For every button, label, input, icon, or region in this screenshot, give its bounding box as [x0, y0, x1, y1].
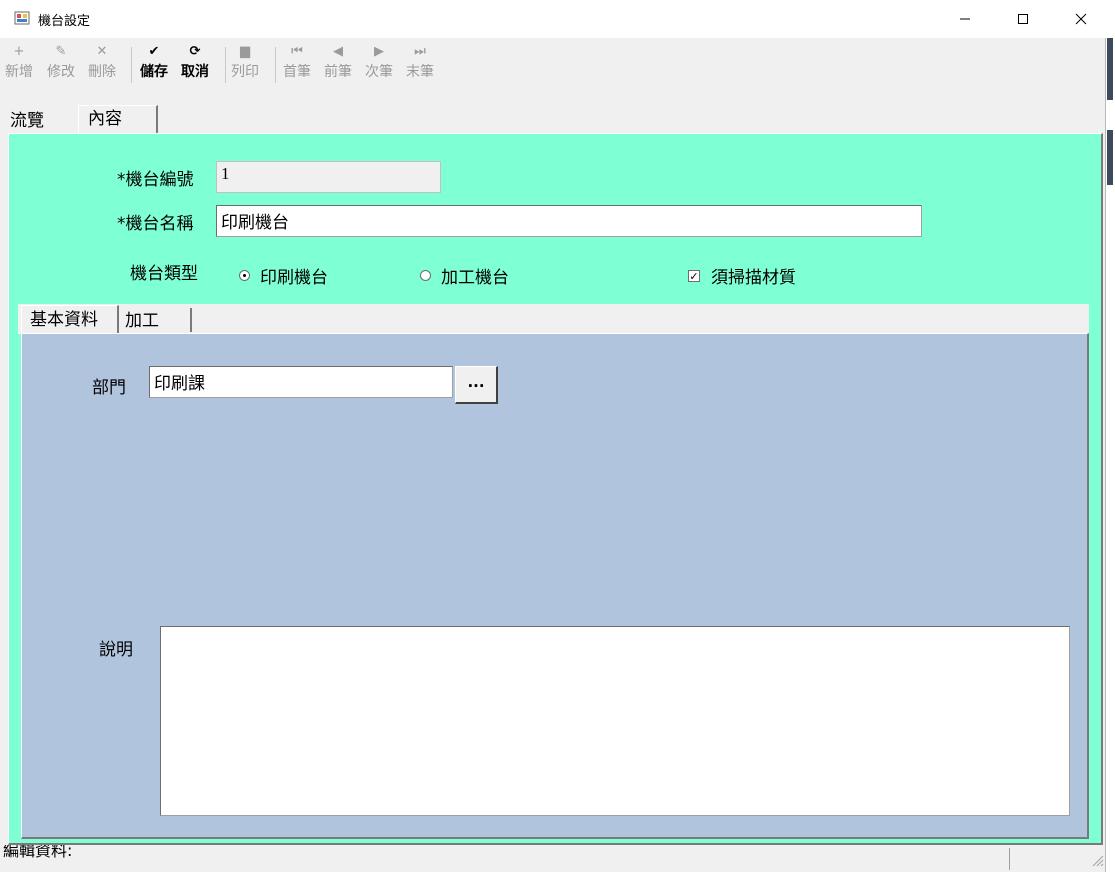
- prev-record-icon: ◀: [333, 44, 343, 59]
- radio-process-label: 加工機台: [441, 268, 509, 288]
- first-record-label: 首筆: [283, 64, 311, 80]
- toolbar: + 新增 ✎ 修改 ✕ 刪除 ✔ 儲存 ⟳ 取消 ▆ 列印 ⏮ 首筆 ◀ 前筆 …: [3, 39, 1103, 89]
- radio-unselected-icon: [420, 270, 431, 281]
- status-text: 編輯資料:: [3, 845, 73, 860]
- status-separator: [1009, 848, 1010, 870]
- delete-icon: ✕: [96, 44, 108, 59]
- description-label: 說明: [99, 640, 133, 660]
- first-record-button[interactable]: ⏮ 首筆: [283, 44, 311, 81]
- machine-name-field[interactable]: 印刷機台: [216, 205, 922, 237]
- app-icon: [14, 10, 30, 26]
- background-edge-right: [1106, 0, 1115, 872]
- checkbox-checked-icon: ✓: [688, 269, 700, 283]
- window-title: 機台設定: [38, 14, 91, 29]
- minimize-button[interactable]: [936, 0, 994, 38]
- print-button[interactable]: ▆ 列印: [231, 44, 259, 81]
- background-block: [1107, 38, 1113, 100]
- app-window: 機台設定 + 新增 ✎ 修改 ✕ 刪除 ✔ 儲存 ⟳ 取消 ▆ 列印 ⏮ 首筆 …: [0, 0, 1106, 872]
- close-icon: [1075, 13, 1087, 25]
- last-record-icon: ⏭: [414, 44, 426, 59]
- machine-no-field[interactable]: 1: [216, 161, 441, 193]
- first-record-icon: ⏮: [291, 44, 303, 59]
- department-label: 部門: [92, 378, 126, 398]
- plus-icon: +: [13, 44, 25, 59]
- check-icon: ✔: [148, 44, 160, 59]
- print-icon: ▆: [240, 44, 250, 59]
- toolbar-separator: [131, 47, 132, 83]
- last-record-button[interactable]: ⏭ 末筆: [406, 44, 434, 81]
- toolbar-separator: [275, 47, 276, 83]
- edit-button[interactable]: ✎ 修改: [47, 44, 75, 81]
- pencil-icon: ✎: [55, 44, 67, 59]
- cancel-button[interactable]: ⟳ 取消: [181, 44, 209, 81]
- close-window-button[interactable]: [1052, 0, 1110, 38]
- radio-process-machine[interactable]: 加工機台: [420, 263, 509, 288]
- background-block: [1107, 130, 1113, 185]
- next-record-label: 次筆: [365, 64, 393, 80]
- save-button[interactable]: ✔ 儲存: [140, 44, 168, 81]
- prev-record-button[interactable]: ◀ 前筆: [324, 44, 352, 81]
- machine-name-label: *機台名稱: [117, 214, 194, 234]
- radio-print-machine[interactable]: 印刷機台: [239, 263, 328, 288]
- add-button[interactable]: + 新增: [5, 44, 33, 81]
- add-label: 新增: [5, 64, 33, 80]
- scan-material-label: 須掃描材質: [711, 268, 796, 288]
- next-record-icon: ▶: [374, 44, 384, 59]
- radio-selected-icon: [239, 270, 250, 281]
- machine-no-label: *機台編號: [117, 170, 194, 190]
- cancel-label: 取消: [181, 64, 209, 80]
- title-bar: 機台設定: [0, 0, 1106, 38]
- print-label: 列印: [231, 64, 259, 80]
- prev-record-label: 前筆: [324, 64, 352, 80]
- scan-material-checkbox[interactable]: ✓ 須掃描材質: [688, 263, 796, 288]
- radio-print-label: 印刷機台: [260, 268, 328, 288]
- resize-grip-icon[interactable]: [1090, 852, 1104, 867]
- delete-label: 刪除: [88, 64, 116, 80]
- status-bar: [3, 845, 1103, 872]
- tab-browse[interactable]: 流覽: [10, 108, 44, 134]
- tab-processing[interactable]: 加工: [120, 308, 192, 332]
- tab-basic-info[interactable]: 基本資料: [21, 305, 119, 333]
- edit-label: 修改: [47, 64, 75, 80]
- description-textarea[interactable]: [160, 626, 1070, 816]
- toolbar-separator: [225, 47, 226, 83]
- save-label: 儲存: [140, 64, 168, 80]
- maximize-icon: [1018, 14, 1028, 24]
- department-field[interactable]: 印刷課: [149, 366, 453, 398]
- tab-content[interactable]: 內容: [78, 105, 158, 133]
- maximize-button[interactable]: [994, 0, 1052, 38]
- delete-button[interactable]: ✕ 刪除: [88, 44, 116, 81]
- machine-type-label: 機台類型: [130, 264, 198, 284]
- next-record-button[interactable]: ▶ 次筆: [365, 44, 393, 81]
- last-record-label: 末筆: [406, 64, 434, 80]
- undo-icon: ⟳: [189, 44, 201, 59]
- minimize-icon: [960, 18, 970, 20]
- department-browse-button[interactable]: ...: [455, 366, 498, 404]
